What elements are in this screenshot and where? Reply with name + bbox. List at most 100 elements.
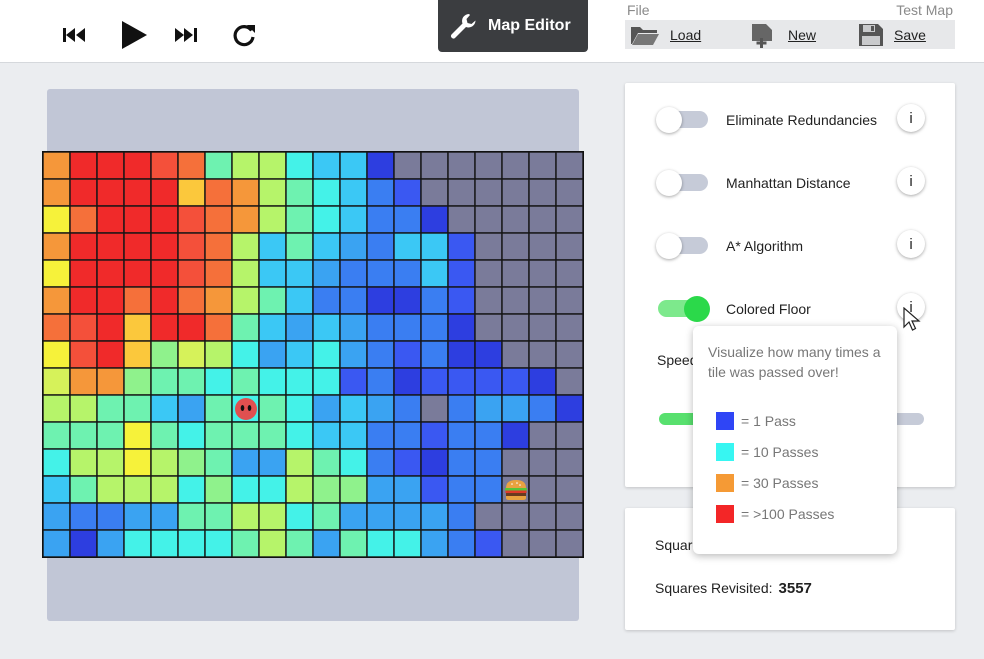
- floor-tile[interactable]: [555, 529, 583, 557]
- floor-tile[interactable]: [258, 286, 287, 315]
- floor-tile[interactable]: [69, 313, 98, 342]
- floor-tile[interactable]: [43, 286, 71, 315]
- floor-tile[interactable]: [258, 394, 287, 423]
- floor-tile[interactable]: [285, 367, 314, 396]
- floor-tile[interactable]: [231, 421, 260, 450]
- floor-tile[interactable]: [258, 313, 287, 342]
- floor-tile[interactable]: [285, 313, 314, 342]
- floor-tile[interactable]: [231, 232, 260, 261]
- floor-tile[interactable]: [204, 367, 233, 396]
- floor-tile[interactable]: [420, 502, 449, 531]
- floor-tile[interactable]: [231, 152, 260, 180]
- floor-tile[interactable]: [474, 205, 503, 234]
- floor-tile[interactable]: [447, 286, 476, 315]
- floor-tile[interactable]: [69, 448, 98, 477]
- floor-tile[interactable]: [96, 232, 125, 261]
- floor-tile[interactable]: [528, 152, 557, 180]
- floor-tile[interactable]: [96, 529, 125, 557]
- floor-tile[interactable]: [96, 394, 125, 423]
- floor-tile[interactable]: [420, 340, 449, 369]
- floor-tile[interactable]: [285, 178, 314, 207]
- floor-tile[interactable]: [285, 475, 314, 504]
- floor-tile[interactable]: [474, 152, 503, 180]
- floor-tile[interactable]: [43, 259, 71, 288]
- floor-tile[interactable]: [447, 421, 476, 450]
- floor-tile[interactable]: [96, 178, 125, 207]
- floor-tile[interactable]: [177, 205, 206, 234]
- floor-tile[interactable]: [258, 529, 287, 557]
- floor-tile[interactable]: [43, 367, 71, 396]
- floor-tile[interactable]: [43, 205, 71, 234]
- floor-tile[interactable]: [420, 367, 449, 396]
- floor-tile[interactable]: [258, 232, 287, 261]
- floor-tile[interactable]: [501, 286, 530, 315]
- floor-tile[interactable]: [555, 232, 583, 261]
- floor-tile[interactable]: [285, 232, 314, 261]
- floor-tile[interactable]: [393, 205, 422, 234]
- floor-tile[interactable]: [43, 313, 71, 342]
- floor-tile[interactable]: [339, 340, 368, 369]
- floor-tile[interactable]: [447, 259, 476, 288]
- floor-tile[interactable]: [69, 502, 98, 531]
- floor-tile[interactable]: [258, 502, 287, 531]
- floor-tile[interactable]: [150, 259, 179, 288]
- floor-tile[interactable]: [312, 502, 341, 531]
- colored-floor-toggle[interactable]: [656, 296, 710, 322]
- floor-tile[interactable]: [258, 448, 287, 477]
- floor-tile[interactable]: [555, 475, 583, 504]
- floor-tile[interactable]: [393, 152, 422, 180]
- floor-tile[interactable]: [150, 205, 179, 234]
- floor-tile[interactable]: [69, 205, 98, 234]
- floor-tile[interactable]: [258, 205, 287, 234]
- floor-tile[interactable]: [528, 367, 557, 396]
- new-button[interactable]: New: [750, 20, 816, 49]
- floor-tile[interactable]: [96, 313, 125, 342]
- floor-tile[interactable]: [43, 394, 71, 423]
- floor-tile[interactable]: [177, 367, 206, 396]
- floor-tile[interactable]: [474, 232, 503, 261]
- floor-tile[interactable]: [177, 448, 206, 477]
- floor-tile[interactable]: [69, 178, 98, 207]
- floor-tile[interactable]: [393, 421, 422, 450]
- floor-tile[interactable]: [204, 178, 233, 207]
- floor-tile[interactable]: [258, 421, 287, 450]
- floor-tile[interactable]: [420, 152, 449, 180]
- floor-tile[interactable]: [474, 340, 503, 369]
- floor-tile[interactable]: [285, 259, 314, 288]
- floor-tile[interactable]: [339, 313, 368, 342]
- floor-tile[interactable]: [150, 232, 179, 261]
- floor-tile[interactable]: [501, 178, 530, 207]
- floor-tile[interactable]: [96, 340, 125, 369]
- floor-tile[interactable]: [501, 529, 530, 557]
- floor-tile[interactable]: [204, 205, 233, 234]
- floor-tile[interactable]: [366, 502, 395, 531]
- floor-tile[interactable]: [204, 475, 233, 504]
- floor-tile[interactable]: [528, 475, 557, 504]
- floor-tile[interactable]: [43, 152, 71, 180]
- floor-tile[interactable]: [501, 394, 530, 423]
- floor-tile[interactable]: [69, 259, 98, 288]
- floor-tile[interactable]: [123, 152, 152, 180]
- floor-tile[interactable]: [231, 529, 260, 557]
- floor-tile[interactable]: [43, 448, 71, 477]
- floor-tile[interactable]: [177, 178, 206, 207]
- floor-tile[interactable]: [393, 502, 422, 531]
- floor-tile[interactable]: [285, 340, 314, 369]
- floor-tile[interactable]: [393, 178, 422, 207]
- floor-tile[interactable]: [501, 205, 530, 234]
- floor-tile[interactable]: [312, 232, 341, 261]
- eliminate-redundancies-toggle[interactable]: [656, 107, 710, 133]
- floor-tile[interactable]: [501, 502, 530, 531]
- floor-tile[interactable]: [285, 502, 314, 531]
- floor-tile[interactable]: [231, 475, 260, 504]
- floor-tile[interactable]: [204, 340, 233, 369]
- floor-tile[interactable]: [231, 259, 260, 288]
- floor-tile[interactable]: [339, 286, 368, 315]
- floor-tile[interactable]: [96, 448, 125, 477]
- floor-tile[interactable]: [528, 394, 557, 423]
- floor-tile[interactable]: [555, 367, 583, 396]
- play-button[interactable]: [114, 16, 152, 54]
- floor-tile[interactable]: [96, 367, 125, 396]
- floor-tile[interactable]: [366, 232, 395, 261]
- floor-tile[interactable]: [528, 286, 557, 315]
